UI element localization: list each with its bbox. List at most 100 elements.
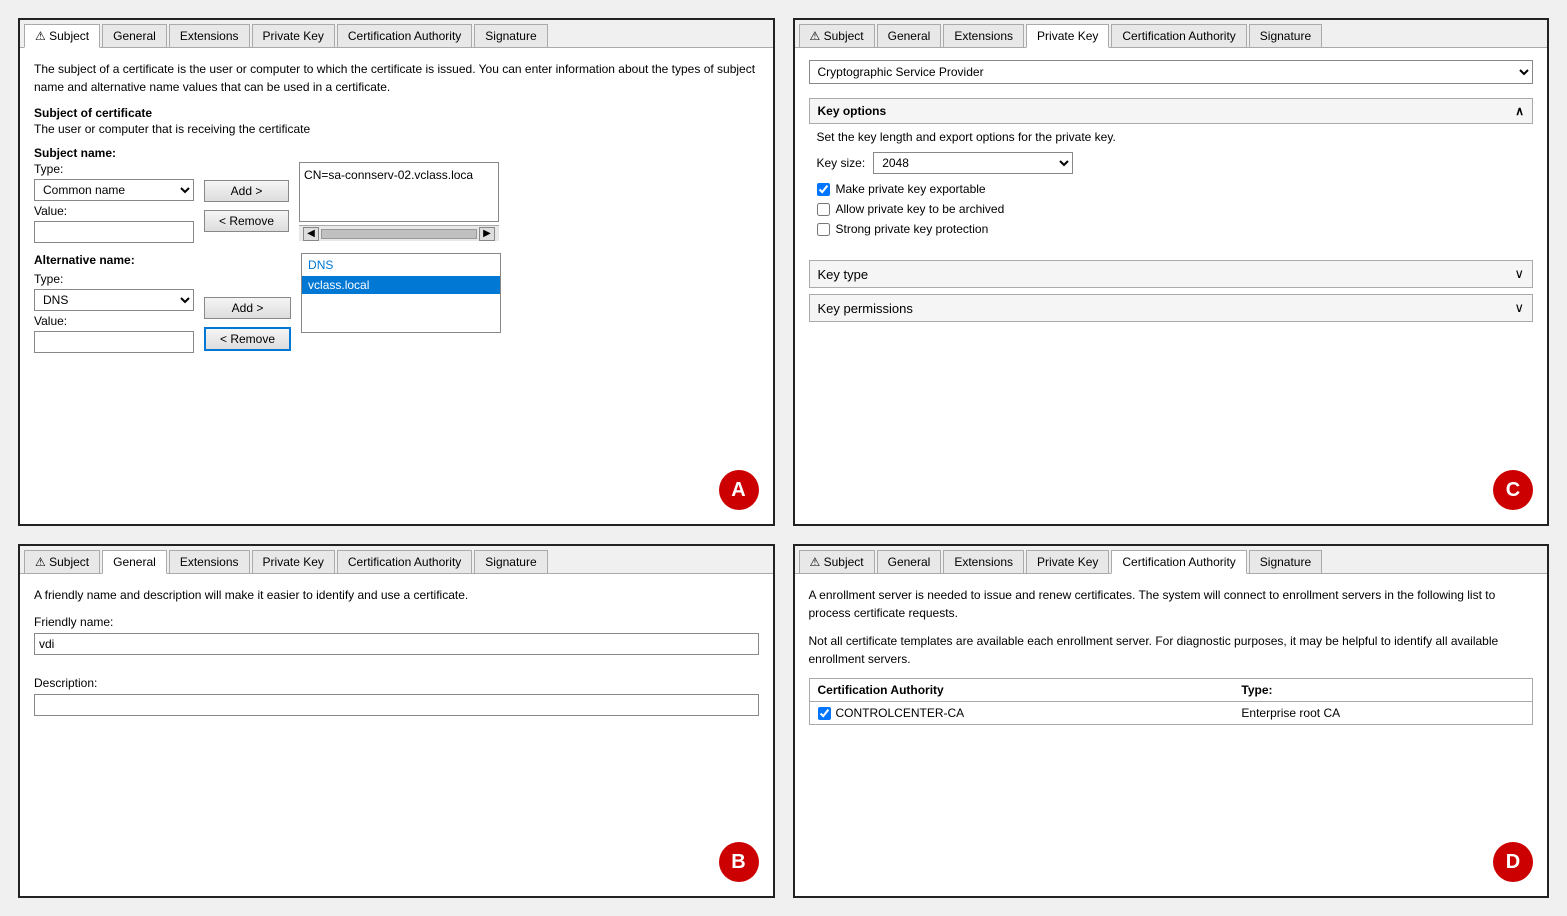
badge-c: C	[1493, 470, 1533, 510]
subject-right-list: CN=sa-connserv-02.vclass.loca	[299, 162, 499, 222]
dns-item[interactable]: vclass.local	[302, 276, 500, 294]
tab-d-general[interactable]: General	[877, 550, 942, 573]
key-options-header[interactable]: Key options ∧	[809, 98, 1534, 124]
ca-col-header: Certification Authority	[818, 683, 1242, 697]
tab-a-extensions[interactable]: Extensions	[169, 24, 250, 47]
description-input[interactable]	[34, 694, 759, 716]
csp-select[interactable]: Cryptographic Service Provider	[809, 60, 1534, 84]
ca-name: CONTROLCENTER-CA	[836, 706, 965, 720]
alt-add-button[interactable]: Add >	[204, 297, 291, 319]
panel-d-desc1: A enrollment server is needed to issue a…	[809, 586, 1534, 622]
tab-b-certauth[interactable]: Certification Authority	[337, 550, 472, 573]
key-options-content: Set the key length and export options fo…	[809, 130, 1534, 250]
tab-d-subject[interactable]: ⚠ Subject	[799, 550, 875, 573]
panel-d-desc2: Not all certificate templates are availa…	[809, 632, 1534, 668]
tab-c-subject[interactable]: ⚠ Subject	[799, 24, 875, 47]
value-label-a: Value:	[34, 204, 194, 218]
key-type-chevron: ∨	[1514, 266, 1524, 282]
tab-b-general[interactable]: General	[102, 550, 167, 574]
strong-protection-label: Strong private key protection	[836, 222, 989, 236]
dns-list: DNS vclass.local	[301, 253, 501, 333]
tab-a-certauth[interactable]: Certification Authority	[337, 24, 472, 47]
make-exportable-checkbox[interactable]	[817, 183, 830, 196]
right-list-text: CN=sa-connserv-02.vclass.loca	[304, 168, 473, 182]
tab-d-signature[interactable]: Signature	[1249, 550, 1322, 573]
tab-b-privatekey[interactable]: Private Key	[252, 550, 335, 573]
key-size-select[interactable]: 2048 1024 4096	[873, 152, 1073, 174]
description-label: Description:	[34, 676, 97, 690]
friendly-name-input[interactable]	[34, 633, 759, 655]
allow-archived-row: Allow private key to be archived	[817, 202, 1526, 216]
ca-type-col: Enterprise root CA	[1241, 706, 1524, 720]
ca-table: Certification Authority Type: CONTROLCEN…	[809, 678, 1534, 725]
right-list-col-a: CN=sa-connserv-02.vclass.loca ◀ ▶	[299, 162, 499, 241]
warn-icon-a: ⚠	[35, 29, 46, 43]
alt-value-label: Value:	[34, 314, 194, 328]
make-exportable-label: Make private key exportable	[836, 182, 986, 196]
tab-c-general[interactable]: General	[877, 24, 942, 47]
type-col-header: Type:	[1241, 683, 1524, 697]
key-options-title: Key options	[818, 104, 887, 118]
key-options-desc: Set the key length and export options fo…	[817, 130, 1526, 144]
scroll-right-btn[interactable]: ▶	[479, 227, 495, 241]
tab-d-extensions[interactable]: Extensions	[943, 550, 1024, 573]
key-type-section[interactable]: Key type ∨	[809, 260, 1534, 288]
scroll-track-a	[321, 229, 477, 239]
key-size-label: Key size:	[817, 156, 866, 170]
ca-table-row: CONTROLCENTER-CA Enterprise root CA	[810, 702, 1533, 724]
subject-name-label: Subject name:	[34, 146, 759, 160]
panel-a-subject-sub: The user or computer that is receiving t…	[34, 122, 759, 136]
alt-add-remove-col: Add > < Remove	[204, 253, 291, 353]
type-select-a[interactable]: Common name Organization Organizational …	[34, 179, 194, 201]
tab-c-certauth[interactable]: Certification Authority	[1111, 24, 1246, 47]
panel-a-description: The subject of a certificate is the user…	[34, 60, 759, 96]
panel-d: ⚠ Subject General Extensions Private Key…	[793, 544, 1550, 898]
key-options-chevron: ∧	[1515, 104, 1524, 118]
ca-checkbox[interactable]	[818, 707, 831, 720]
strong-protection-row: Strong private key protection	[817, 222, 1526, 236]
subject-name-row: Type: Common name Organization Organizat…	[34, 162, 759, 243]
dns-header: DNS	[302, 254, 500, 276]
alt-type-select[interactable]: DNS Email UPN	[34, 289, 194, 311]
alt-remove-button[interactable]: < Remove	[204, 327, 291, 351]
key-permissions-section[interactable]: Key permissions ∨	[809, 294, 1534, 322]
panel-a-subject-title: Subject of certificate	[34, 106, 759, 120]
key-permissions-title: Key permissions	[818, 301, 913, 316]
tab-c-privatekey[interactable]: Private Key	[1026, 24, 1109, 48]
scroll-bar-a[interactable]: ◀ ▶	[299, 225, 499, 241]
key-permissions-chevron: ∨	[1514, 300, 1524, 316]
strong-protection-checkbox[interactable]	[817, 223, 830, 236]
panel-b-description: A friendly name and description will mak…	[34, 586, 759, 604]
allow-archived-checkbox[interactable]	[817, 203, 830, 216]
badge-a: A	[719, 470, 759, 510]
tab-b-subject[interactable]: ⚠ Subject	[24, 550, 100, 573]
tab-a-subject[interactable]: ⚠ Subject	[24, 24, 100, 48]
add-button-a[interactable]: Add >	[204, 180, 289, 202]
panel-c: ⚠ Subject General Extensions Private Key…	[793, 18, 1550, 526]
make-exportable-row: Make private key exportable	[817, 182, 1526, 196]
tab-b-signature[interactable]: Signature	[474, 550, 547, 573]
dns-list-col: DNS vclass.local	[301, 253, 501, 353]
tab-a-signature[interactable]: Signature	[474, 24, 547, 47]
remove-button-a[interactable]: < Remove	[204, 210, 289, 232]
alt-type-col: Alternative name: Type: DNS Email UPN Va…	[34, 253, 194, 353]
ca-name-col: CONTROLCENTER-CA	[818, 706, 1242, 720]
scroll-left-btn[interactable]: ◀	[303, 227, 319, 241]
tab-d-privatekey[interactable]: Private Key	[1026, 550, 1109, 573]
alt-value-input[interactable]	[34, 331, 194, 353]
badge-b: B	[719, 842, 759, 882]
tab-a-privatekey[interactable]: Private Key	[252, 24, 335, 47]
tab-a-general[interactable]: General	[102, 24, 167, 47]
tab-b-extensions[interactable]: Extensions	[169, 550, 250, 573]
value-input-a[interactable]	[34, 221, 194, 243]
panel-c-tab-bar: ⚠ Subject General Extensions Private Key…	[795, 20, 1548, 48]
alt-type-label: Type:	[34, 272, 194, 286]
ca-table-header: Certification Authority Type:	[810, 679, 1533, 702]
tab-c-extensions[interactable]: Extensions	[943, 24, 1024, 47]
tab-d-certauth[interactable]: Certification Authority	[1111, 550, 1246, 574]
panel-b-tab-bar: ⚠ Subject General Extensions Private Key…	[20, 546, 773, 574]
panel-a: ⚠ Subject General Extensions Private Key…	[18, 18, 775, 526]
badge-d: D	[1493, 842, 1533, 882]
add-remove-col-a: Add > < Remove	[204, 162, 289, 232]
tab-c-signature[interactable]: Signature	[1249, 24, 1322, 47]
